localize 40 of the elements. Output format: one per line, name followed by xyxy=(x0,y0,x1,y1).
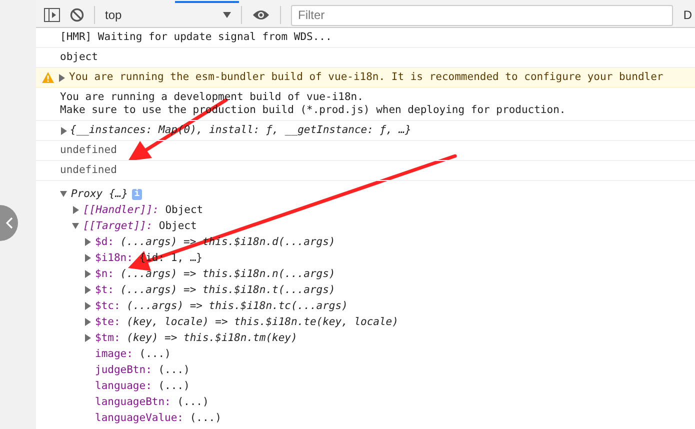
property-entry: languageValue: (...) xyxy=(95,412,222,424)
property-entry: image: (...) xyxy=(95,348,171,360)
property-entry[interactable]: $t: (...args) => this.$i18n.t(...args) xyxy=(95,284,336,296)
chevron-left-icon xyxy=(6,217,14,229)
property-entry[interactable]: $n: (...args) => this.$i18n.n(...args) xyxy=(95,268,336,280)
property-entry[interactable]: [[Target]]: Object xyxy=(83,220,197,232)
property-entry[interactable]: [[Handler]]: Object xyxy=(83,204,204,216)
property-entry[interactable]: $tc: (...args) => this.$i18n.tc(...args) xyxy=(95,300,348,312)
expand-arrow-icon[interactable] xyxy=(58,74,65,82)
dropdown-caret-icon xyxy=(223,12,231,18)
expand-arrow-icon[interactable] xyxy=(84,286,91,294)
active-tab-indicator xyxy=(175,1,239,3)
expand-arrow-icon[interactable] xyxy=(84,270,91,278)
object-label[interactable]: Proxy {…} xyxy=(71,188,128,200)
console-message: object xyxy=(60,51,99,64)
collapse-arrow-icon[interactable] xyxy=(60,190,67,198)
clear-console-icon[interactable] xyxy=(70,8,84,22)
expand-arrow-icon[interactable] xyxy=(84,334,91,342)
expand-arrow-icon[interactable] xyxy=(60,126,67,134)
property-entry: language: (...) xyxy=(95,380,190,392)
collapse-arrow-icon[interactable] xyxy=(72,222,79,230)
expand-arrow-icon[interactable] xyxy=(84,238,91,246)
expand-arrow-icon[interactable] xyxy=(84,302,91,310)
console-message: undefined xyxy=(60,164,118,177)
warning-icon xyxy=(42,72,54,83)
eye-icon[interactable] xyxy=(252,9,270,22)
context-select[interactable]: top xyxy=(105,8,231,22)
property-entry[interactable]: $tm: (key) => this.$i18n.tm(key) xyxy=(95,332,298,344)
console-message: [HMR] Waiting for update signal from WDS... xyxy=(60,31,333,44)
expand-arrow-icon[interactable] xyxy=(84,254,91,262)
property-entry: languageBtn: (...) xyxy=(95,396,209,408)
property-entry: judgeBtn: (...) xyxy=(95,364,190,376)
warning-text: You are running the esm-bundler build of vue-i18n. It is recommended to configure your bundler xyxy=(69,71,664,84)
sidebar-toggle-icon[interactable] xyxy=(44,8,60,22)
console-message: undefined xyxy=(60,144,118,157)
expand-arrow-icon[interactable] xyxy=(72,206,79,214)
toolbar-label: D xyxy=(683,8,693,22)
expand-arrow-icon[interactable] xyxy=(84,318,91,326)
property-entry[interactable]: $te: (key, locale) => this.$i18n.te(key, locale) xyxy=(95,316,398,328)
filter-field[interactable]: Filter xyxy=(291,4,674,26)
